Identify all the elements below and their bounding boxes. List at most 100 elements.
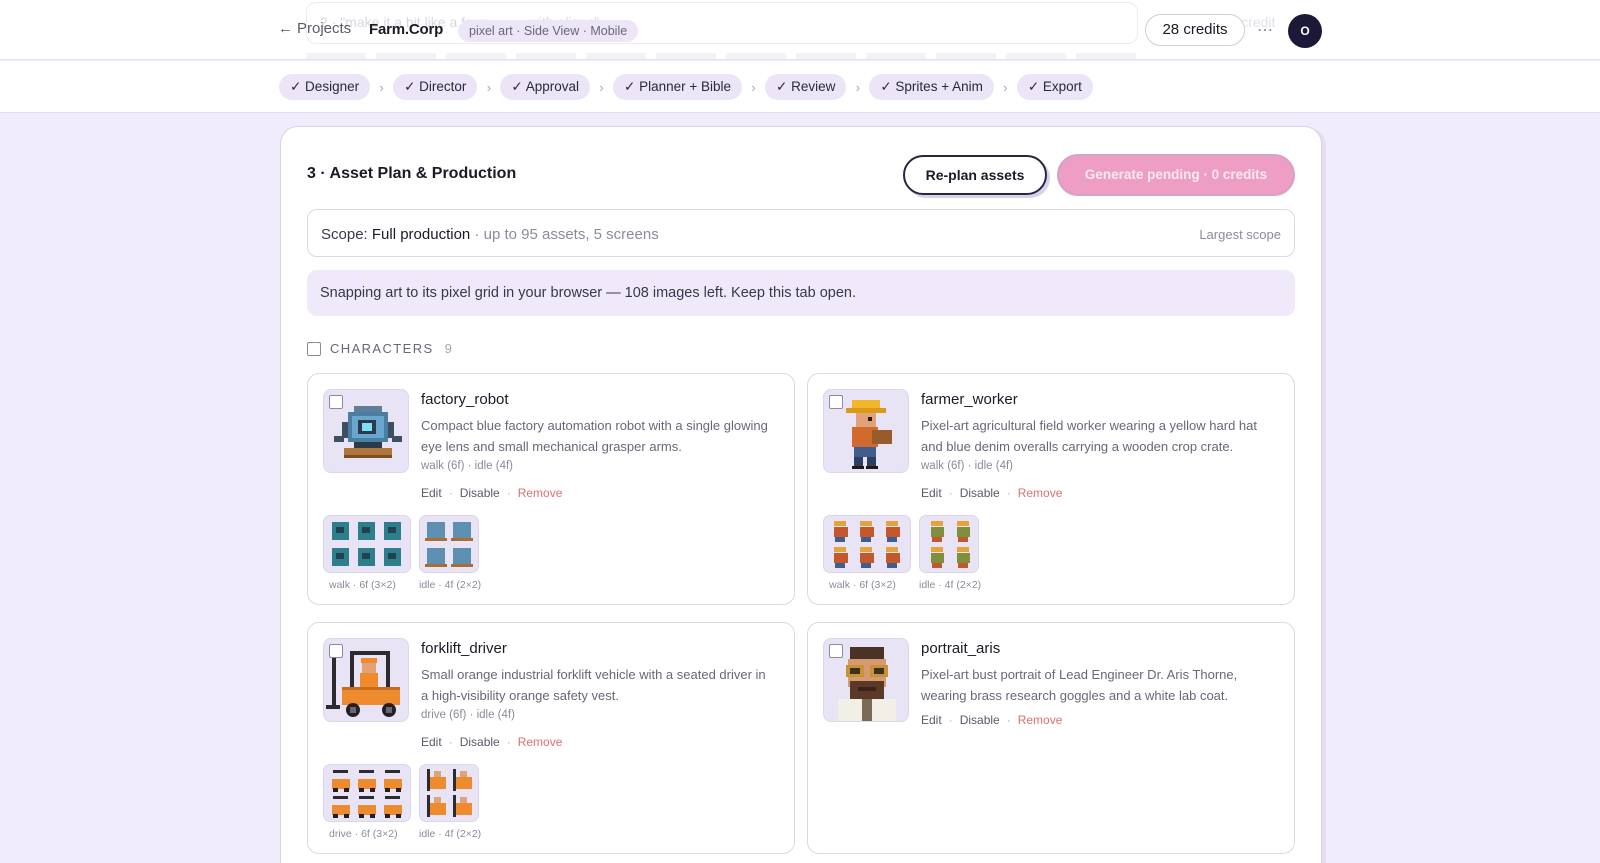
processing-notice: Snapping art to its pixel grid in your b… <box>307 270 1295 316</box>
sheet-caption: drive · 6f (3×2) <box>329 828 398 840</box>
asset-frames: drive (6f) · idle (4f) <box>421 709 515 721</box>
back-link-label: Projects <box>297 20 352 37</box>
generate-pending-button[interactable]: Generate pending · 0 credits <box>1057 154 1295 196</box>
disable-link[interactable]: Disable <box>960 713 1000 727</box>
asset-card: farmer_worker Pixel-art agricultural fie… <box>807 373 1295 605</box>
asset-name: forklift_driver <box>421 640 507 657</box>
step-director[interactable]: ✓ Director <box>393 74 478 100</box>
project-name: Farm.Corp <box>369 21 444 38</box>
separator-dot: · <box>448 486 453 500</box>
sprite-sheet-walk[interactable] <box>323 515 411 573</box>
sheet-caption: walk · 6f (3×2) <box>829 579 896 591</box>
disable-link[interactable]: Disable <box>960 486 1000 500</box>
asset-name: portrait_aris <box>921 640 1001 657</box>
scope-selector[interactable]: Scope: Full production · up to 95 assets… <box>307 209 1295 257</box>
separator-dot: · <box>948 713 953 727</box>
sheet-caption: idle · 4f (2×2) <box>419 579 482 591</box>
project-meta-badge: pixel art · Side View · Mobile <box>458 20 639 42</box>
asset-thumbnail <box>823 389 909 473</box>
edit-link[interactable]: Edit <box>421 486 442 500</box>
chevron-right-icon: › <box>486 79 492 95</box>
robot-idle-sheet-icon <box>425 522 473 567</box>
sheet-caption: idle · 4f (2×2) <box>419 828 482 840</box>
asset-frames: walk (6f) · idle (4f) <box>421 460 514 472</box>
replan-assets-button[interactable]: Re-plan assets <box>903 155 1047 195</box>
asset-actions: Edit · Disable · Remove <box>921 486 1062 500</box>
robot-walk-sheet-icon <box>332 522 401 566</box>
separator-dot: · <box>506 735 511 749</box>
sprite-sheet-idle[interactable] <box>419 764 479 822</box>
scope-detail: · up to 95 assets, 5 screens <box>470 226 659 243</box>
asset-description: Pixel-art agricultural field worker wear… <box>921 418 1257 454</box>
separator-dot: · <box>506 486 511 500</box>
step-sprites-anim[interactable]: ✓ Sprites + Anim <box>869 74 994 100</box>
asset-actions: Edit · Disable · Remove <box>421 735 562 749</box>
separator-dot: · <box>1006 713 1011 727</box>
farmer-walk-sheet-icon <box>834 521 900 568</box>
separator-dot: · <box>948 486 953 500</box>
asset-name: farmer_worker <box>921 391 1018 408</box>
asset-select-checkbox[interactable] <box>829 644 843 658</box>
section-count: 9 <box>444 341 452 356</box>
sprite-sheet-drive[interactable] <box>323 764 411 822</box>
asset-thumbnail <box>323 638 409 722</box>
step-export[interactable]: ✓ Export <box>1016 74 1093 100</box>
separator-dot: · <box>1006 486 1011 500</box>
asset-select-checkbox[interactable] <box>329 644 343 658</box>
arrow-left-icon: ← <box>278 20 293 37</box>
forklift-drive-sheet-icon <box>332 770 402 818</box>
characters-section-header: CHARACTERS 9 <box>307 341 452 356</box>
prompt-ghost-hint <box>306 53 1136 59</box>
sprite-sheet-walk[interactable] <box>823 515 911 573</box>
sheet-caption: walk · 6f (3×2) <box>329 579 396 591</box>
chevron-right-icon: › <box>599 79 604 95</box>
chevron-right-icon: › <box>855 79 861 95</box>
pipeline-stepper: ✓ Designer › ✓ Director › ✓ Approval › ✓… <box>0 61 1600 113</box>
remove-link[interactable]: Remove <box>1018 713 1063 727</box>
credits-button[interactable]: 28 credits <box>1145 14 1245 46</box>
sheet-caption: idle · 4f (2×2) <box>919 579 982 591</box>
asset-name: factory_robot <box>421 391 509 408</box>
disable-link[interactable]: Disable <box>460 486 500 500</box>
section-label: CHARACTERS <box>330 341 434 356</box>
chevron-right-icon: › <box>1003 79 1008 95</box>
asset-actions: Edit · Disable · Remove <box>421 486 562 500</box>
avatar[interactable]: O <box>1288 14 1322 48</box>
back-to-projects-link[interactable]: ← Projects <box>278 20 351 37</box>
scope-value: Full production <box>371 226 471 243</box>
asset-description: Pixel-art bust portrait of Lead Engineer… <box>921 667 1238 703</box>
remove-link[interactable]: Remove <box>518 486 563 500</box>
scope-prefix: Scope: <box>321 226 372 243</box>
asset-card: forklift_driver Small orange industrial … <box>307 622 795 854</box>
farmer-idle-sheet-icon <box>931 521 970 568</box>
edit-link[interactable]: Edit <box>921 486 942 500</box>
panel-title: 3 · Asset Plan & Production <box>307 165 517 182</box>
step-planner-bible[interactable]: ✓ Planner + Bible <box>613 74 743 100</box>
asset-select-checkbox[interactable] <box>829 395 843 409</box>
asset-thumbnail <box>323 389 409 473</box>
asset-description: Small orange industrial forklift vehicle… <box>421 667 766 703</box>
sprite-sheet-idle[interactable] <box>919 515 979 573</box>
select-all-characters-checkbox[interactable] <box>307 341 321 356</box>
edit-link[interactable]: Edit <box>421 735 442 749</box>
more-options-icon[interactable]: ⋯ <box>1257 20 1274 40</box>
asset-plan-panel: 3 · Asset Plan & Production Re-plan asse… <box>280 126 1322 863</box>
remove-link[interactable]: Remove <box>518 735 563 749</box>
edit-link[interactable]: Edit <box>921 713 942 727</box>
sprite-sheet-idle[interactable] <box>419 515 479 573</box>
asset-description: Compact blue factory automation robot wi… <box>421 418 768 454</box>
asset-thumbnail <box>823 638 909 722</box>
step-review[interactable]: ✓ Review <box>765 74 847 100</box>
step-approval[interactable]: ✓ Approval <box>500 74 591 100</box>
scope-hint: Largest scope <box>1199 227 1281 242</box>
chevron-right-icon: › <box>379 79 384 95</box>
chevron-right-icon: › <box>751 79 756 95</box>
disable-link[interactable]: Disable <box>460 735 500 749</box>
scope-summary: Scope: Full production · up to 95 assets… <box>321 226 659 243</box>
asset-select-checkbox[interactable] <box>329 395 343 409</box>
asset-actions: Edit · Disable · Remove <box>921 713 1062 727</box>
top-bar: 2 · "make it a bit like a farm … … with … <box>0 0 1600 60</box>
step-designer[interactable]: ✓ Designer <box>279 74 371 100</box>
asset-card: portrait_aris Pixel-art bust portrait of… <box>807 622 1295 854</box>
remove-link[interactable]: Remove <box>1018 486 1063 500</box>
